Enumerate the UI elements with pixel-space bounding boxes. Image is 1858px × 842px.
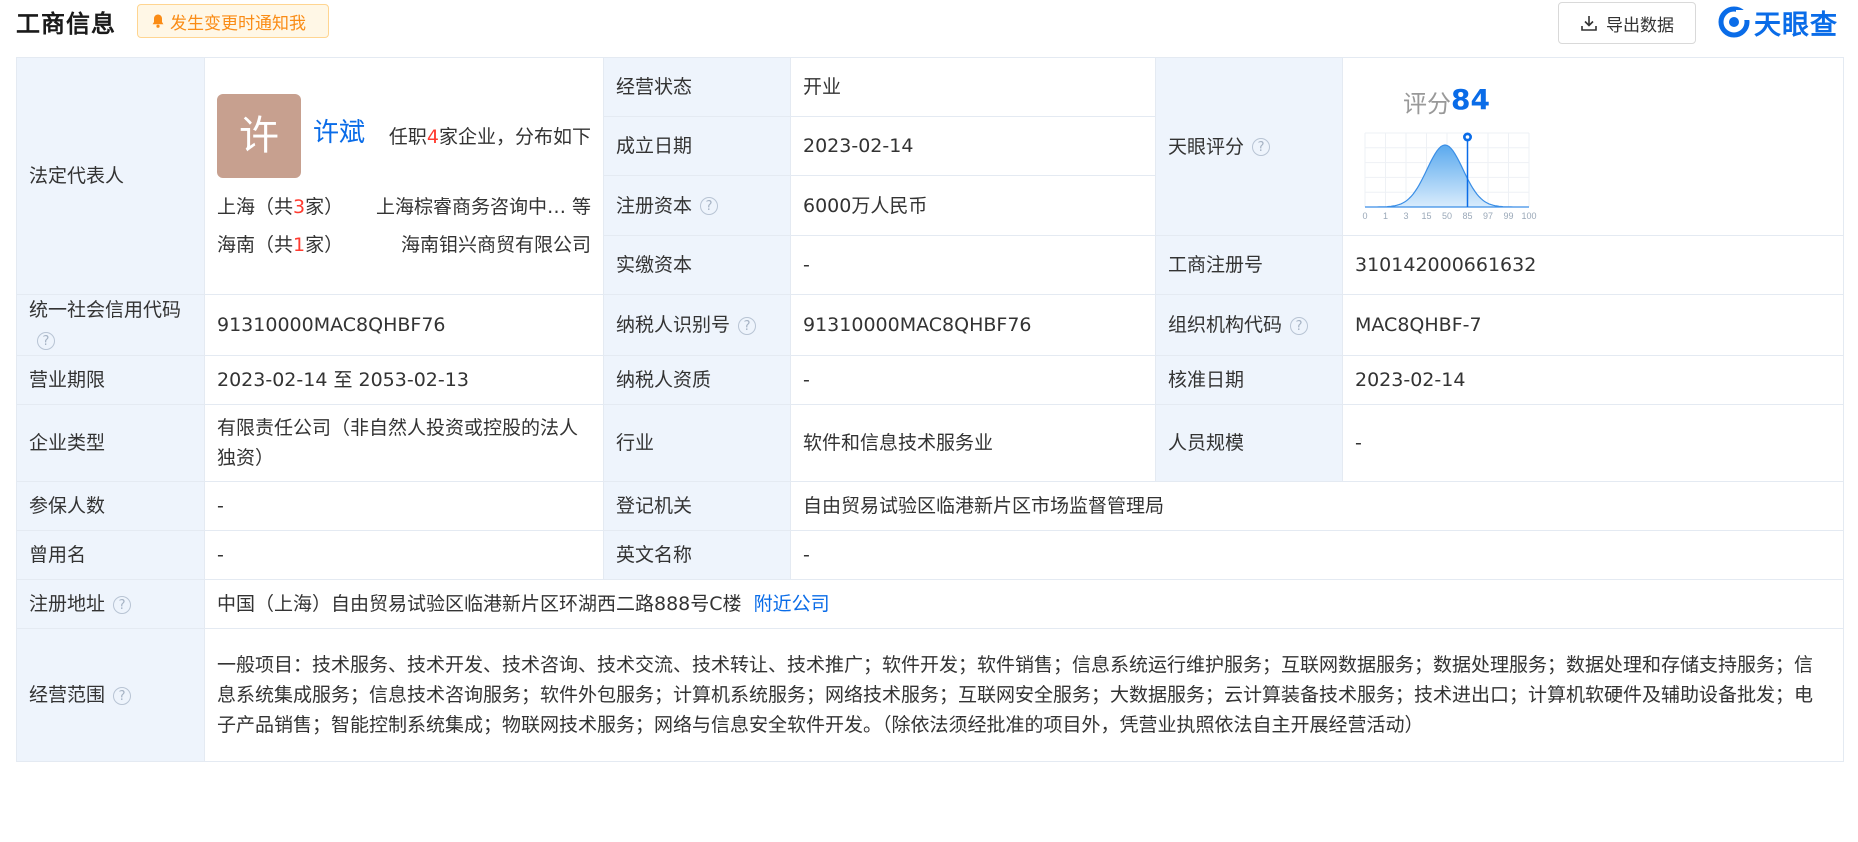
bell-icon (152, 14, 164, 28)
export-label: 导出数据 (1606, 15, 1674, 36)
x-tick-label: 100 (1521, 211, 1536, 221)
status-label: 经营状态 (603, 57, 791, 117)
taxpayer-qual-value: - (790, 355, 1156, 405)
org-code-label: 组织机构代码? (1155, 294, 1343, 356)
authority-value: 自由贸易试验区临港新片区市场监督管理局 (790, 481, 1844, 531)
region-name: 上海（共3家） (217, 196, 344, 218)
nearby-companies-link[interactable]: 附近公司 (754, 593, 830, 615)
reg-no-value: 310142000661632 (1342, 235, 1844, 295)
company-type-label: 企业类型 (16, 404, 205, 482)
address-text: 中国（上海）自由贸易试验区临港新片区环湖西二路888号C楼 (217, 593, 742, 615)
term-label: 营业期限 (16, 355, 205, 405)
address-value: 中国（上海）自由贸易试验区临港新片区环湖西二路888号C楼 附近公司 (204, 579, 1844, 629)
x-tick-label: 50 (1442, 211, 1452, 221)
taxpayer-id-value: 91310000MAC8QHBF76 (790, 294, 1156, 356)
authority-label: 登记机关 (603, 481, 791, 531)
help-icon[interactable]: ? (738, 316, 757, 335)
tianyan-score-label: 天眼评分? (1155, 56, 1343, 237)
paid-capital-value: - (790, 235, 1156, 295)
logo-eye-icon (1718, 6, 1750, 38)
help-icon[interactable]: ? (37, 331, 55, 350)
legal-rep-cell: 许 许斌 任职4家企业，分布如下 上海（共3家） 上海棕睿商务咨询中… 等 海南… (204, 57, 604, 295)
x-tick-label: 99 (1503, 211, 1513, 221)
download-icon (1581, 16, 1597, 31)
x-tick-label: 15 (1421, 211, 1431, 221)
score-cell: 评分 84 0 1 3 15 50 85 97 99 100 (1342, 56, 1844, 237)
distribution-curve (1365, 144, 1529, 208)
term-value: 2023-02-14 至 2053-02-13 (204, 355, 604, 405)
english-name-label: 英文名称 (603, 530, 791, 580)
approval-date-label: 核准日期 (1155, 355, 1343, 405)
x-tick-label: 1 (1383, 211, 1388, 221)
former-name-value: - (204, 530, 604, 580)
help-icon[interactable]: ? (113, 686, 132, 705)
score-distribution-chart: 0 1 3 15 50 85 97 99 100 (1362, 132, 1537, 221)
approval-date-value: 2023-02-14 (1342, 355, 1844, 405)
status-value: 开业 (790, 57, 1156, 117)
score-label: 评分 (1403, 90, 1451, 119)
staff-size-label: 人员规模 (1155, 404, 1343, 482)
reg-capital-value: 6000万人民币 (790, 175, 1156, 237)
logo-text: 天眼查 (1754, 9, 1838, 41)
staff-size-value: - (1342, 404, 1844, 482)
address-label: 注册地址? (16, 579, 205, 629)
region-company[interactable]: 上海棕睿商务咨询中… 等 (376, 192, 591, 222)
paid-capital-label: 实缴资本 (603, 235, 791, 295)
x-tick-label: 85 (1462, 211, 1472, 221)
export-data-button[interactable]: 导出数据 (1558, 2, 1696, 44)
avatar: 许 (217, 94, 301, 178)
reg-capital-label: 注册资本? (603, 175, 791, 237)
help-icon[interactable]: ? (1290, 316, 1309, 335)
legal-rep-name-link[interactable]: 许斌 (313, 118, 365, 148)
former-name-label: 曾用名 (16, 530, 205, 580)
positions-summary: 任职4家企业，分布如下 (389, 122, 591, 152)
x-tick-label: 97 (1483, 211, 1493, 221)
reg-no-label: 工商注册号 (1155, 235, 1343, 295)
insured-value: - (204, 481, 604, 531)
insured-label: 参保人数 (16, 481, 205, 531)
pos-prefix: 任职 (388, 126, 427, 148)
english-name-value: - (790, 530, 1844, 580)
score-value: 84 (1451, 83, 1490, 117)
established-label: 成立日期 (603, 115, 791, 177)
x-tick-label: 0 (1362, 211, 1367, 221)
scope-label: 经营范围? (16, 628, 205, 762)
taxpayer-qual-label: 纳税人资质 (603, 355, 791, 405)
credit-code-label: 统一社会信用代码? (16, 294, 205, 356)
pos-count: 4 (426, 126, 439, 148)
x-tick-label: 3 (1403, 211, 1408, 221)
credit-code-value: 91310000MAC8QHBF76 (204, 294, 604, 356)
business-info-table: 法定代表人 许 许斌 任职4家企业，分布如下 上海（共3家） 上海棕睿商务咨询中… (16, 56, 1844, 762)
legal-rep-label: 法定代表人 (16, 57, 205, 295)
industry-value: 软件和信息技术服务业 (790, 404, 1156, 482)
taxpayer-id-label: 纳税人识别号? (603, 294, 791, 356)
notify-on-change-button[interactable]: 发生变更时通知我 (137, 4, 329, 38)
pos-suffix: 家企业，分布如下 (438, 126, 591, 148)
org-code-value: MAC8QHBF-7 (1342, 294, 1844, 356)
tianyancha-logo: 天眼查 (1718, 2, 1838, 42)
industry-label: 行业 (603, 404, 791, 482)
help-icon[interactable]: ? (1252, 138, 1271, 157)
company-type-value: 有限责任公司（非自然人投资或控股的法人独资） (204, 404, 604, 482)
scope-value: 一般项目：技术服务、技术开发、技术咨询、技术交流、技术转让、技术推广；软件开发；… (204, 628, 1844, 762)
help-icon[interactable]: ? (700, 197, 719, 216)
score-marker-dot (1465, 135, 1470, 139)
notify-label: 发生变更时通知我 (170, 13, 306, 34)
region-company[interactable]: 海南钼兴商贸有限公司 (401, 230, 591, 260)
page-title: 工商信息 (16, 10, 116, 38)
help-icon[interactable]: ? (113, 595, 132, 614)
region-name: 海南（共1家） (217, 234, 344, 256)
established-value: 2023-02-14 (790, 115, 1156, 177)
